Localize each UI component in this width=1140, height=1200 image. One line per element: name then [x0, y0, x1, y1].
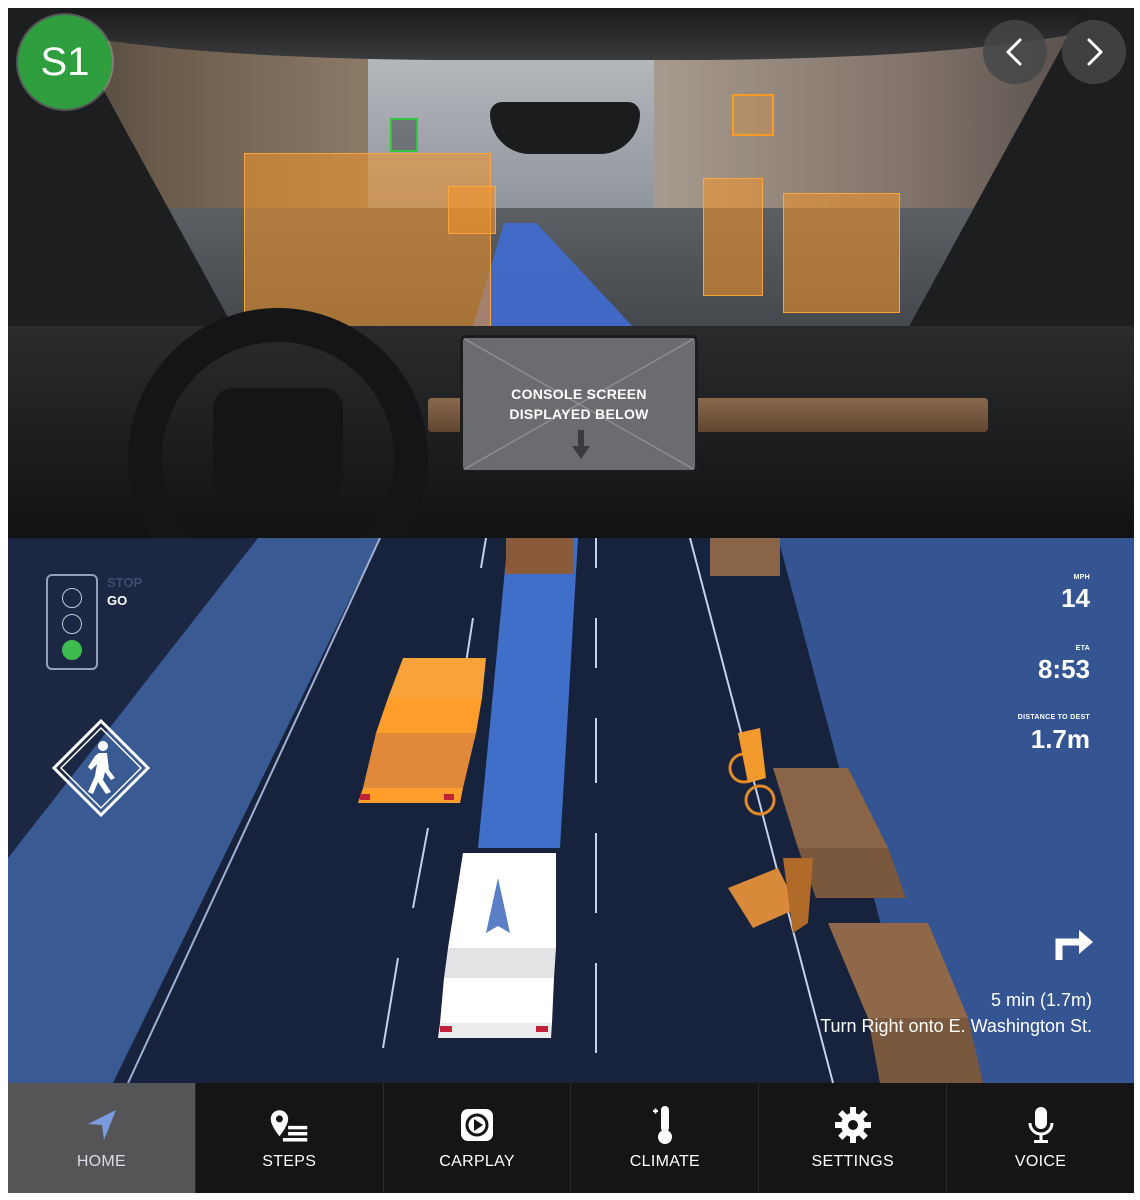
screen-frame: CONSOLE SCREEN DISPLAYED BELOW S1 STOP G… — [0, 0, 1140, 1200]
toolbar-voice-button[interactable]: VOICE — [946, 1083, 1134, 1193]
road-scene — [8, 538, 1134, 1083]
toolbar-voice-label: VOICE — [1014, 1153, 1067, 1170]
toolbar-carplay-label: CARPLAY — [439, 1153, 515, 1170]
toolbar-carplay-button[interactable]: CARPLAY — [382, 1083, 571, 1193]
distant-vehicle — [506, 538, 574, 574]
detected-taxi-box — [244, 153, 491, 330]
console-placeholder-line2: DISPLAYED BELOW — [509, 406, 649, 422]
speed-label: MPH — [1073, 574, 1090, 581]
rearview-mirror — [490, 102, 640, 154]
chevron-right-icon — [1087, 38, 1103, 66]
toolbar-steps-button[interactable]: STEPS — [194, 1083, 383, 1193]
eta-label: ETA — [1075, 645, 1090, 652]
traffic-light-stop-label: STOP — [107, 575, 143, 590]
detected-cyclist-box — [703, 178, 763, 296]
turn-right-icon — [1055, 930, 1093, 960]
detected-traffic-light-box — [390, 118, 418, 152]
red-lamp — [62, 588, 82, 608]
toolbar-home-button[interactable]: HOME — [8, 1083, 195, 1193]
arrow-down-icon — [572, 430, 590, 459]
steering-wheel-hub — [213, 388, 343, 498]
speed-value: 14 — [1061, 583, 1090, 613]
pedestrian-crossing-icon — [51, 718, 151, 818]
route-time: 5 min (1.7m) — [990, 990, 1092, 1010]
camera-view: CONSOLE SCREEN DISPLAYED BELOW — [8, 8, 1134, 538]
toolbar-settings-button[interactable]: SETTINGS — [758, 1083, 946, 1193]
thermometer-icon — [645, 1105, 685, 1145]
traffic-light-indicator — [46, 574, 98, 670]
green-lamp — [62, 640, 82, 660]
eta-value: 8:53 — [1037, 654, 1090, 684]
traffic-light-go-label: GO — [107, 593, 128, 608]
toolbar-climate-label: CLIMATE — [629, 1153, 701, 1170]
chevron-left-icon — [1006, 38, 1022, 66]
distance-label: DISTANCE TO DEST — [1017, 714, 1090, 721]
detected-crosswalk-sign-box — [732, 94, 774, 136]
next-button[interactable] — [1062, 20, 1126, 84]
navigation-view: STOP GO MPH 14 ETA 8:53 DISTANCE TO DEST… — [8, 538, 1134, 1083]
yellow-lamp — [62, 614, 82, 634]
map-pin-list-icon — [269, 1105, 309, 1145]
toolbar-steps-label: STEPS — [262, 1153, 317, 1170]
toolbar-home-label: HOME — [76, 1153, 127, 1170]
console-placeholder-line1: CONSOLE SCREEN — [511, 386, 647, 402]
route-instruction: Turn Right onto E. Washington St. — [820, 1016, 1092, 1036]
detected-pedestrian-box — [783, 193, 900, 313]
toolbar-climate-button[interactable]: CLIMATE — [570, 1083, 758, 1193]
toolbar-settings-label: SETTINGS — [811, 1153, 894, 1170]
bottom-toolbar: HOME STEPS CARPLAY CLIMATE SETTINGS VOIC… — [8, 1083, 1134, 1193]
gear-icon — [833, 1105, 873, 1145]
navigation-arrow-icon — [81, 1105, 121, 1145]
screen-id-badge: S1 — [18, 15, 112, 109]
previous-button[interactable] — [983, 20, 1047, 84]
detected-vehicle-box — [448, 186, 496, 234]
console-screen-placeholder: CONSOLE SCREEN DISPLAYED BELOW — [460, 335, 698, 473]
microphone-icon — [1021, 1105, 1061, 1145]
distant-parked-vehicle — [710, 538, 780, 576]
distance-value: 1.7m — [1030, 724, 1090, 754]
carplay-icon — [457, 1105, 497, 1145]
